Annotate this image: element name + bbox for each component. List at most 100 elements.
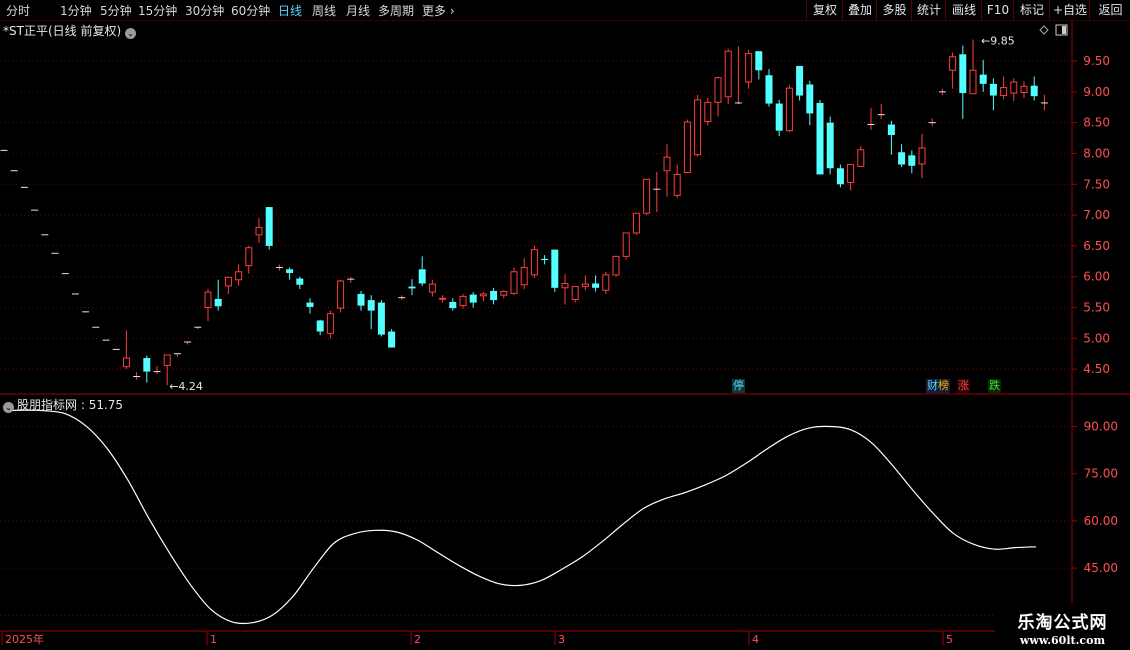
back-button[interactable]: 返回	[1089, 0, 1130, 20]
candlestick-chart[interactable]: 9.50 9.00 8.50 8.00 7.50 7.00 6.50 6.00 5.50 5.00…	[0, 21, 1130, 395]
extreme-labels: ←9.85 ←4.24	[169, 34, 1015, 393]
period-tab-30min[interactable]: 30分钟	[185, 2, 224, 19]
event-finance-label: 财	[927, 379, 938, 392]
period-tab-60min[interactable]: 60分钟	[231, 2, 270, 19]
candle-down	[286, 269, 294, 274]
candle-up	[122, 357, 130, 368]
candle-up	[663, 156, 671, 172]
period-tab-multi[interactable]: 多周期	[378, 2, 414, 19]
period-tab-1min[interactable]: 1分钟	[60, 2, 92, 19]
indicator-value: 51.75	[88, 398, 124, 412]
price-tick-label: 8.00	[1083, 146, 1110, 160]
date-tick-label: 4	[752, 633, 759, 646]
candle-down	[775, 103, 783, 131]
maximize-icon-fill	[1062, 26, 1066, 34]
event-halt[interactable]: 停	[732, 379, 745, 393]
candle-up	[581, 283, 589, 288]
period-tab-15min[interactable]: 15分钟	[138, 2, 177, 19]
chevron-down-icon[interactable]: ⌄	[124, 28, 136, 39]
period-tab-more[interactable]: 更多 ›	[422, 2, 455, 19]
candle-up	[163, 354, 171, 366]
candle-up	[785, 87, 793, 132]
candle-up	[1010, 81, 1018, 94]
indicator-chart[interactable]: 90.0075.0060.0045.0030.00 2025年12345	[0, 395, 1130, 650]
date-tick-label: 1	[210, 633, 217, 646]
indicator-line	[3, 409, 1037, 625]
candle-up	[561, 282, 569, 289]
overlay-button[interactable]: 叠加	[842, 0, 877, 20]
watermark: 乐淘公式网 www.60lt.com	[995, 604, 1130, 650]
price-tick-label: 5.50	[1083, 301, 1110, 315]
diamond-icon[interactable]	[1039, 25, 1049, 35]
chevron-down-icon[interactable]: ⌄	[3, 402, 14, 413]
candle-up	[602, 274, 610, 291]
indicator-header: ⌄ 股朋指标网 : 51.75	[3, 396, 123, 413]
price-grid	[0, 60, 1072, 370]
candle-up	[337, 280, 345, 309]
candle-down	[551, 249, 559, 288]
period-tab-5min[interactable]: 5分钟	[100, 2, 132, 19]
indicator-sep: :	[77, 398, 89, 412]
event-rise[interactable]: 涨	[957, 379, 970, 393]
candle-up	[1020, 85, 1028, 93]
indicator-grid	[0, 425, 1072, 616]
add-watchlist-button[interactable]: +自选	[1049, 0, 1090, 20]
price-tick-label: 9.00	[1083, 85, 1110, 99]
price-tick-label: 7.00	[1083, 208, 1110, 222]
candle-down	[806, 84, 814, 114]
candle-up	[622, 232, 630, 257]
event-fall[interactable]: 跌	[988, 379, 1001, 393]
candle-up	[571, 286, 579, 300]
candles	[0, 39, 1048, 386]
candle-down	[989, 83, 997, 96]
candle-down	[541, 258, 549, 261]
candle-up	[520, 266, 528, 286]
price-tick-label: 6.00	[1083, 270, 1110, 284]
period-tab-fenshi[interactable]: 分时	[6, 2, 30, 19]
candle-up	[479, 293, 487, 297]
candle-up	[918, 147, 926, 165]
price-axis: 9.50 9.00 8.50 8.00 7.50 7.00 6.50 6.00 5.50 5.00…	[1072, 54, 1110, 376]
f10-button[interactable]: F10	[981, 0, 1014, 20]
fuquan-button[interactable]: 复权	[806, 0, 843, 20]
period-tab-monthly[interactable]: 月线	[346, 2, 370, 19]
candle-up	[969, 69, 977, 95]
candle-up	[724, 50, 732, 98]
date-tick-label: 3	[558, 633, 565, 646]
price-tick-label: 4.50	[1083, 362, 1110, 376]
watermark-logo-text: 乐淘公式网	[1017, 613, 1108, 633]
stats-button[interactable]: 统计	[911, 0, 946, 20]
candle-down	[357, 293, 365, 306]
candle-down	[959, 54, 967, 94]
candle-down	[490, 290, 498, 301]
candle-up	[1000, 87, 1008, 97]
multi-stock-button[interactable]: 多股	[876, 0, 912, 20]
indicator-tick-label: 90.00	[1084, 419, 1118, 433]
date-axis: 2025年 1 2 3 4 5	[1, 631, 953, 646]
candle-down	[908, 155, 916, 166]
candle-down	[367, 300, 375, 311]
candle-down	[408, 286, 416, 289]
candle-up	[683, 121, 691, 174]
indicator-name: 股朋指标网	[17, 398, 78, 412]
candle-down	[377, 302, 385, 335]
candle-up	[949, 56, 957, 71]
candle-up	[745, 53, 753, 83]
draw-line-button[interactable]: 画线	[945, 0, 982, 20]
candle-down	[418, 269, 426, 284]
candle-down	[836, 168, 844, 185]
candle-down	[765, 75, 773, 104]
mark-button[interactable]: 标记	[1013, 0, 1050, 20]
event-finance[interactable]: 财榜	[926, 379, 950, 393]
period-tab-daily[interactable]: 日线	[278, 2, 302, 19]
stock-title-bar: *ST正平(日线 前复权) ⌄	[3, 22, 139, 39]
indicator-axis: 90.0075.0060.0045.0030.00	[1072, 419, 1118, 622]
price-tick-label: 7.50	[1083, 177, 1110, 191]
event-fall-label: 跌	[989, 379, 1000, 392]
high-label: ←9.85	[981, 34, 1015, 47]
candle-down	[898, 152, 906, 165]
date-tick-label: 5	[946, 633, 953, 646]
candle-up	[326, 313, 334, 334]
candle-down	[316, 320, 324, 332]
period-tab-weekly[interactable]: 周线	[312, 2, 336, 19]
